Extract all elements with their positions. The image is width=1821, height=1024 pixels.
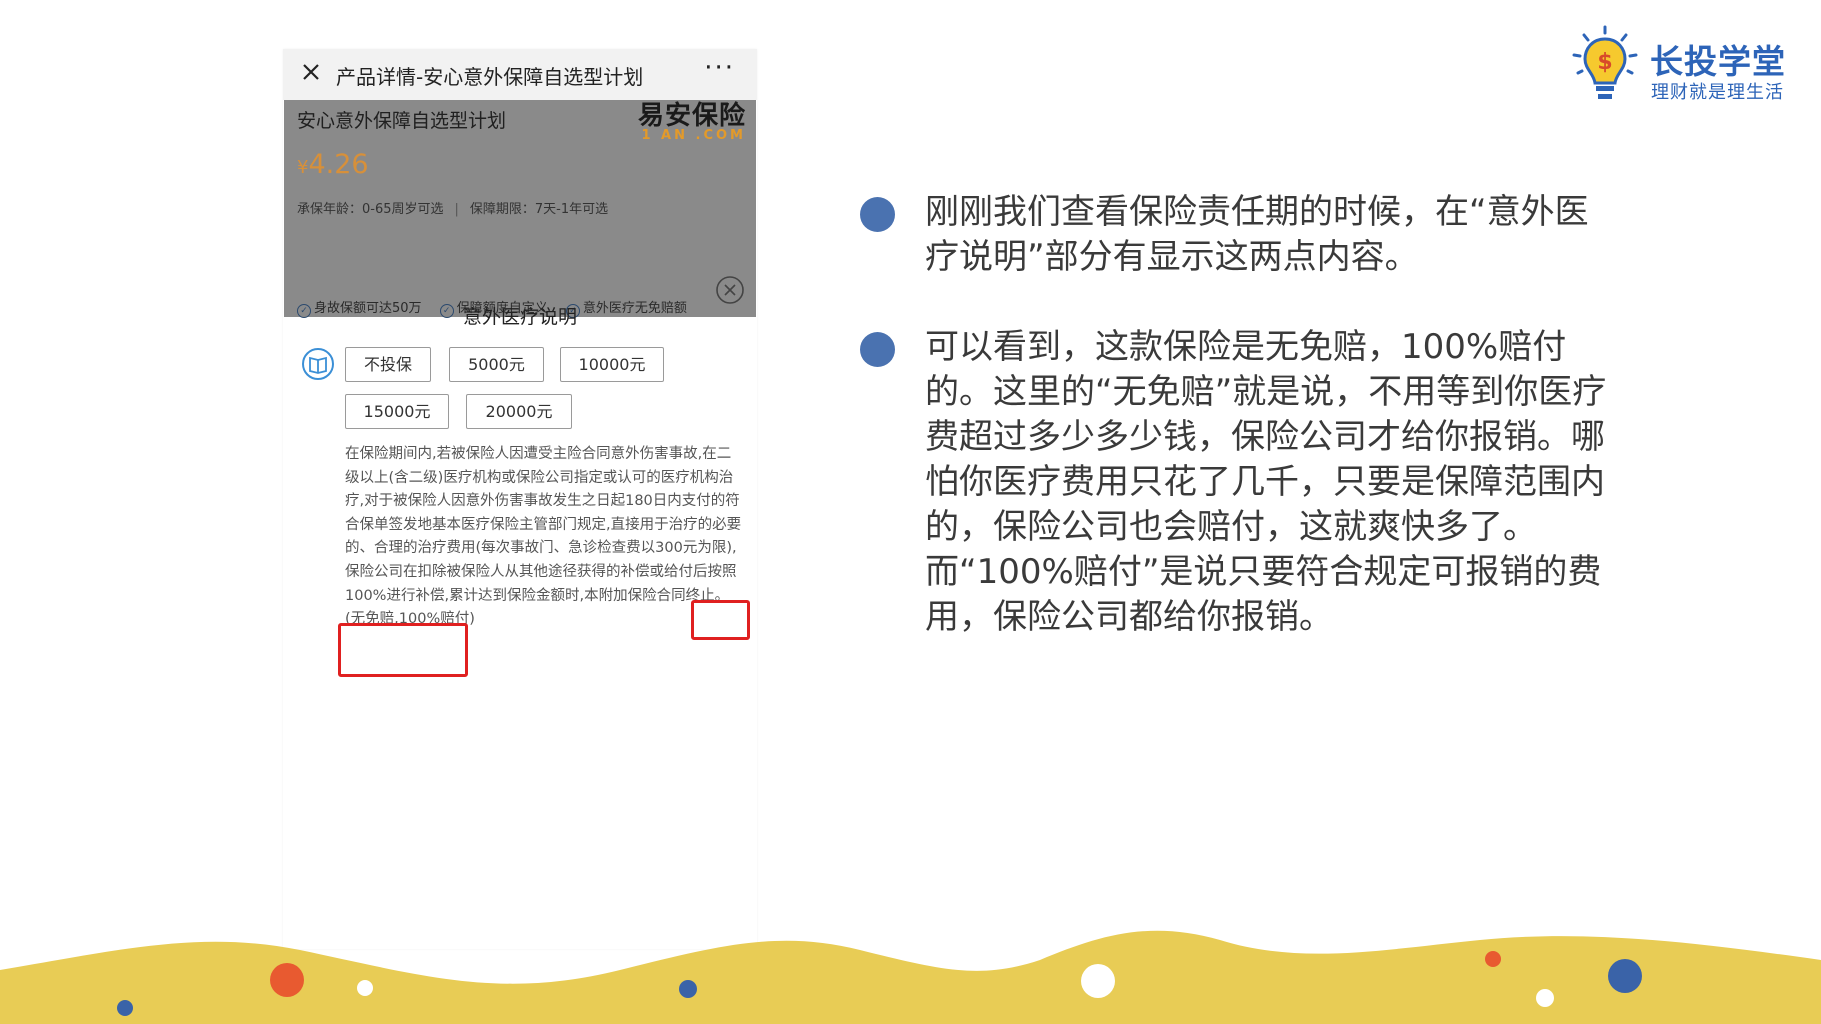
bullet-item: 可以看到，这款保险是无免赔，100%赔付的。这里的“无免赔”就是说，不用等到你医… — [860, 325, 1620, 640]
brand-slogan: 理财就是理生活 — [1651, 82, 1784, 103]
svg-text:$: $ — [1597, 50, 1612, 75]
option-10000[interactable]: 10000元 — [560, 347, 664, 382]
currency-symbol: ¥ — [297, 157, 309, 178]
explanation-list: 刚刚我们查看保险责任期的时候，在“意外医疗说明”部分有显示这两点内容。 可以看到… — [860, 190, 1620, 640]
decorative-wave — [0, 930, 1821, 1024]
option-20000[interactable]: 20000元 — [466, 394, 572, 429]
coverage-meta: 承保年龄：0-65周岁可选 | 保障期限：7天-1年可选 — [297, 198, 608, 217]
period-info: 保障期限：7天-1年可选 — [469, 202, 609, 217]
option-15000[interactable]: 15000元 — [345, 394, 449, 429]
logo-domain: 1 AN .COM — [641, 128, 746, 143]
brand-name: 长投学堂 — [1650, 42, 1786, 81]
meta-separator: | — [454, 202, 459, 217]
product-name: 安心意外保障自选型计划 — [297, 110, 507, 132]
phone-screenshot: 产品详情-安心意外保障自选型计划 ··· 安心意外保障自选型计划 易安保险 1 … — [283, 49, 757, 949]
option-5000[interactable]: 5000元 — [449, 347, 544, 382]
lightbulb-icon: $ — [1572, 25, 1638, 99]
bullet-text: 可以看到，这款保险是无免赔，100%赔付的。这里的“无免赔”就是说，不用等到你医… — [925, 327, 1607, 637]
close-icon[interactable] — [297, 58, 325, 86]
medical-description: 在保险期间内,若被保险人因遭受主险合同意外伤害事故,在二级以上(含二级)医疗机构… — [345, 446, 742, 628]
product-price: ¥4.26 — [297, 149, 369, 180]
bullet-dot — [860, 197, 895, 232]
section-title: 意外医疗说明 — [462, 306, 577, 328]
close-circle-icon[interactable] — [715, 275, 745, 305]
option-not-insured[interactable]: 不投保 — [345, 347, 431, 382]
bullet-text: 刚刚我们查看保险责任期的时候，在“意外医疗说明”部分有显示这两点内容。 — [925, 192, 1589, 277]
brand-logo: $ 长投学堂 理财就是理生活 — [1570, 25, 1810, 105]
logo-text: 易安保险 — [637, 101, 746, 131]
product-header: 安心意外保障自选型计划 易安保险 1 AN .COM ¥4.26 承保年龄：0-… — [284, 100, 756, 318]
age-info: 承保年龄：0-65周岁可选 — [297, 202, 444, 217]
bullet-dot — [860, 332, 895, 367]
highlight-box — [691, 600, 750, 640]
nav-bar: 产品详情-安心意外保障自选型计划 ··· — [283, 49, 757, 100]
insurer-logo: 易安保险 1 AN .COM — [638, 102, 746, 142]
nav-title: 产品详情-安心意外保障自选型计划 — [336, 65, 644, 89]
book-icon — [302, 348, 334, 380]
bullet-item: 刚刚我们查看保险责任期的时候，在“意外医疗说明”部分有显示这两点内容。 — [860, 190, 1620, 280]
highlight-box — [338, 623, 468, 677]
more-icon[interactable]: ··· — [704, 53, 735, 83]
price-value: 4.26 — [308, 149, 369, 180]
